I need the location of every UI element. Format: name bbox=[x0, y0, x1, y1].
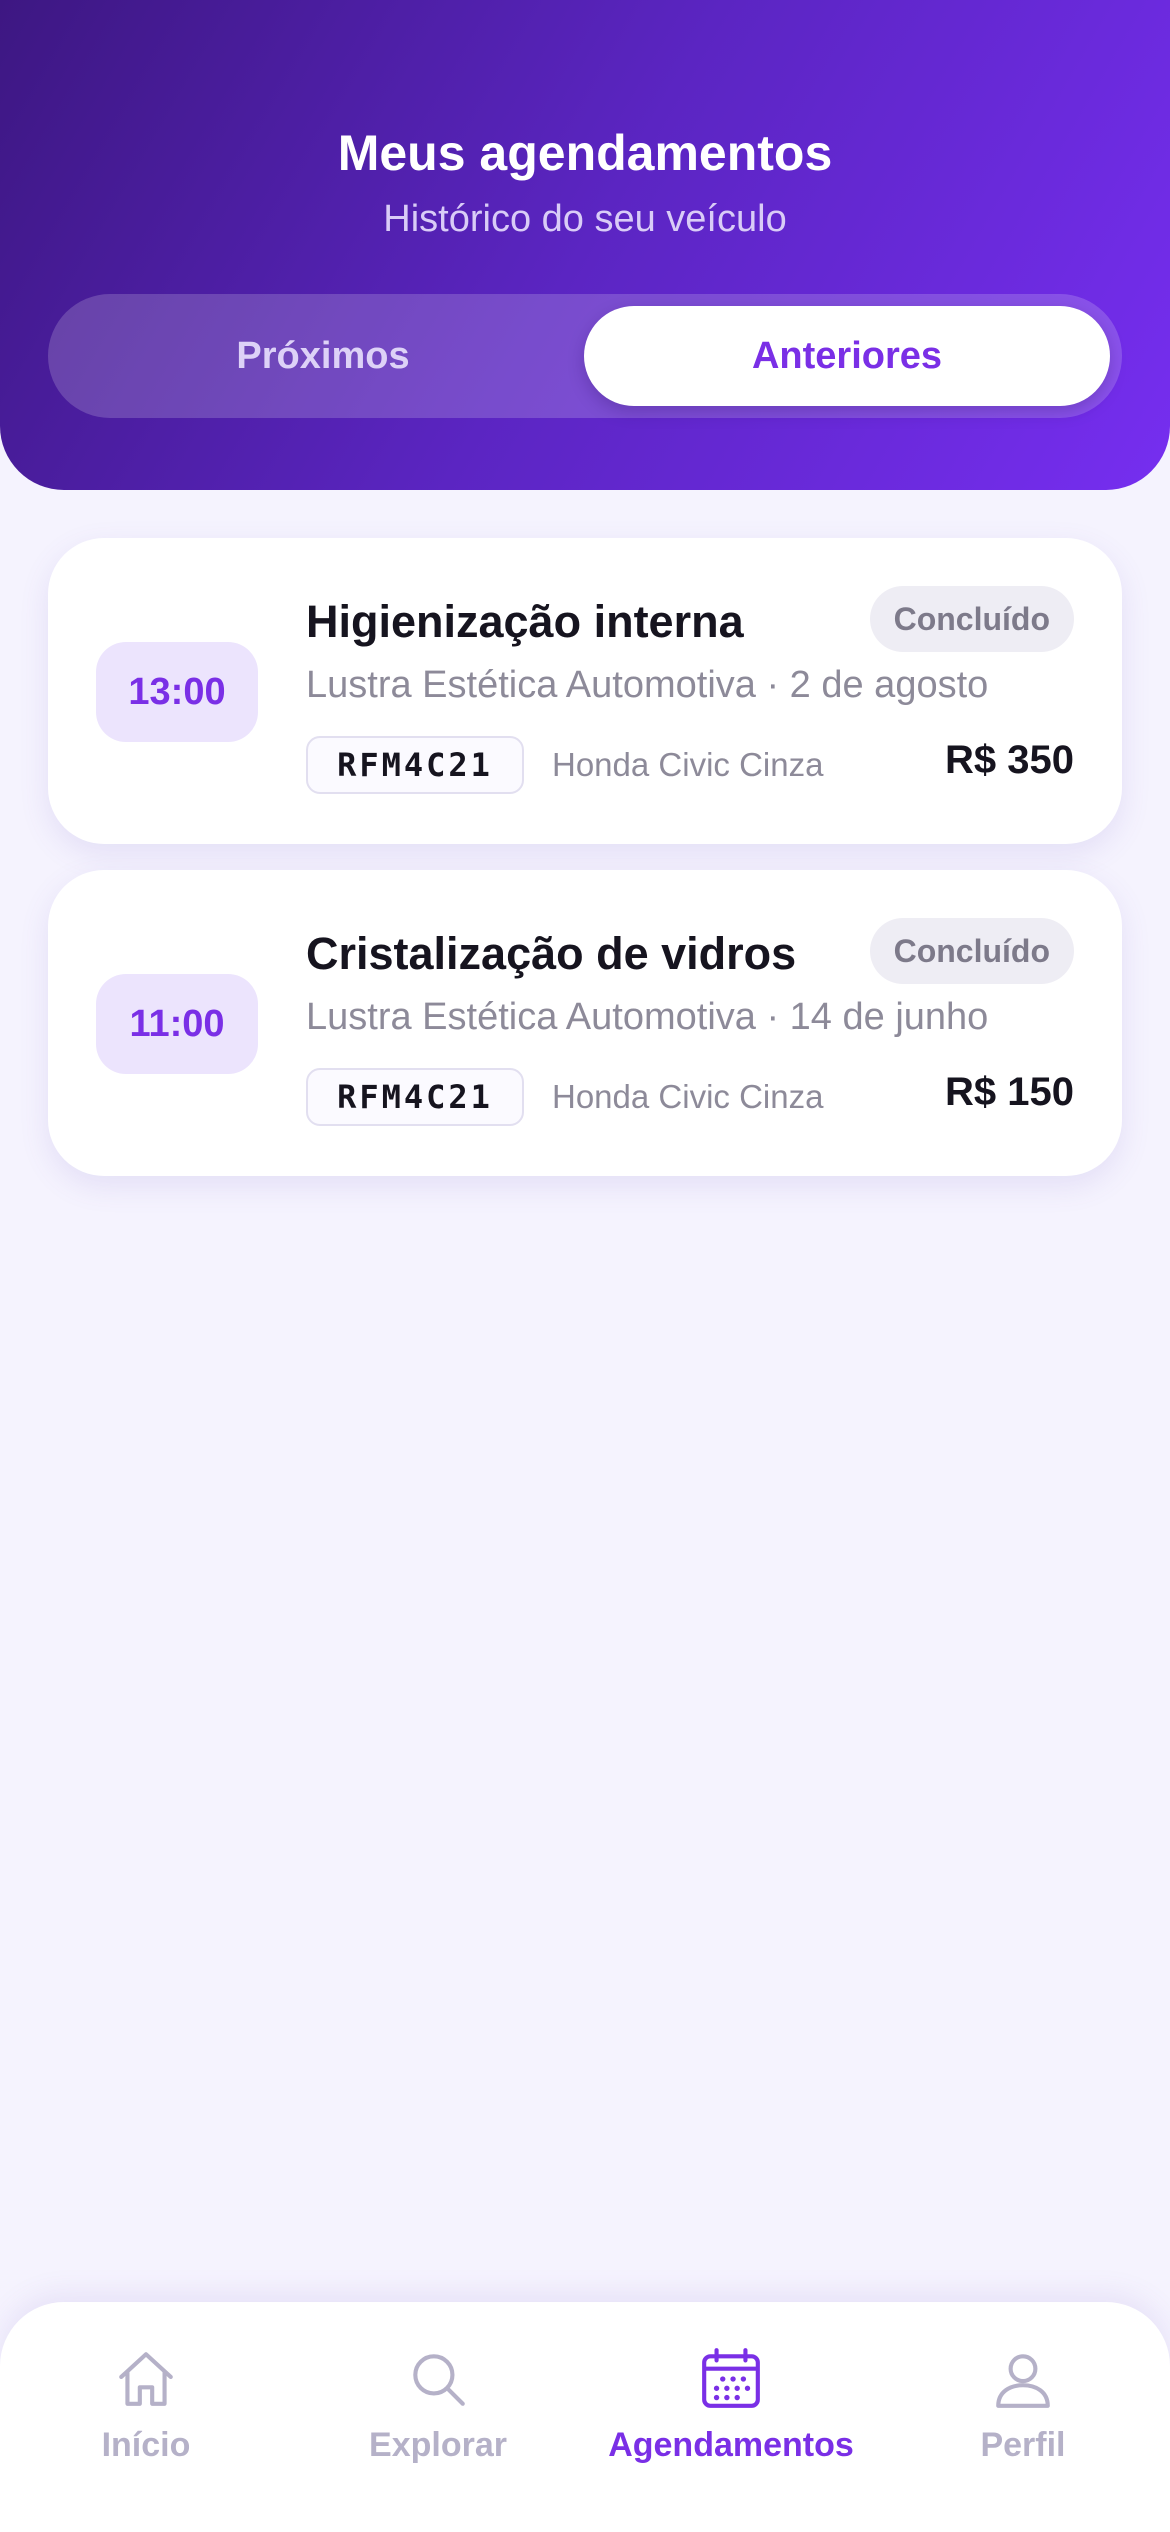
nav-item-perfil[interactable]: Perfil bbox=[877, 2346, 1169, 2506]
status-badge: Concluído bbox=[869, 586, 1074, 652]
page-header: Meus agendamentos Histórico do seu veícu… bbox=[0, 0, 1170, 490]
nav-item-inicio[interactable]: Início bbox=[0, 2346, 292, 2506]
tab-anteriores[interactable]: Anteriores bbox=[584, 306, 1110, 406]
nav-label-agendamentos: Agendamentos bbox=[608, 2426, 854, 2464]
nav-label-perfil: Perfil bbox=[980, 2426, 1066, 2464]
service-name: Cristalização de vidros bbox=[306, 928, 797, 979]
nav-item-agendamentos[interactable]: Agendamentos bbox=[585, 2346, 877, 2506]
vehicle-description: Honda Civic Cinza bbox=[552, 746, 824, 783]
page-title: Meus agendamentos bbox=[337, 125, 833, 181]
license-plate: RFM4C21 bbox=[306, 736, 524, 794]
nav-label-explorar: Explorar bbox=[369, 2426, 507, 2464]
shop-and-date: Lustra Estética Automotiva · 2 de agosto bbox=[306, 664, 989, 706]
appointments-tab-switcher: Próximos Anteriores bbox=[48, 294, 1122, 418]
tab-proximos[interactable]: Próximos bbox=[60, 306, 586, 406]
bottom-navigation: Início Explorar Agendamentos Perfil bbox=[0, 2302, 1170, 2532]
service-price: R$ 350 bbox=[945, 738, 1074, 782]
shop-and-date: Lustra Estética Automotiva · 14 de junho bbox=[306, 996, 989, 1038]
search-icon bbox=[413, 2354, 465, 2406]
vehicle-description: Honda Civic Cinza bbox=[552, 1078, 824, 1115]
license-plate: RFM4C21 bbox=[306, 1068, 524, 1126]
status-badge: Concluído bbox=[869, 918, 1074, 984]
home-icon bbox=[119, 2352, 173, 2406]
appointment-time: 13:00 bbox=[96, 642, 258, 742]
service-price: R$ 150 bbox=[945, 1070, 1074, 1114]
nav-label-inicio: Início bbox=[101, 2426, 191, 2464]
service-name: Higienização interna bbox=[306, 596, 744, 647]
page-subtitle: Histórico do seu veículo bbox=[383, 198, 787, 240]
calendar-icon bbox=[702, 2348, 760, 2408]
nav-item-explorar[interactable]: Explorar bbox=[292, 2346, 584, 2506]
appointment-time: 11:00 bbox=[96, 974, 258, 1074]
appointment-card[interactable]: 11:00 Cristalização de vidros Concluído … bbox=[48, 870, 1122, 1176]
user-icon bbox=[996, 2354, 1050, 2408]
appointment-card[interactable]: 13:00 Higienização interna Concluído Lus… bbox=[48, 538, 1122, 844]
